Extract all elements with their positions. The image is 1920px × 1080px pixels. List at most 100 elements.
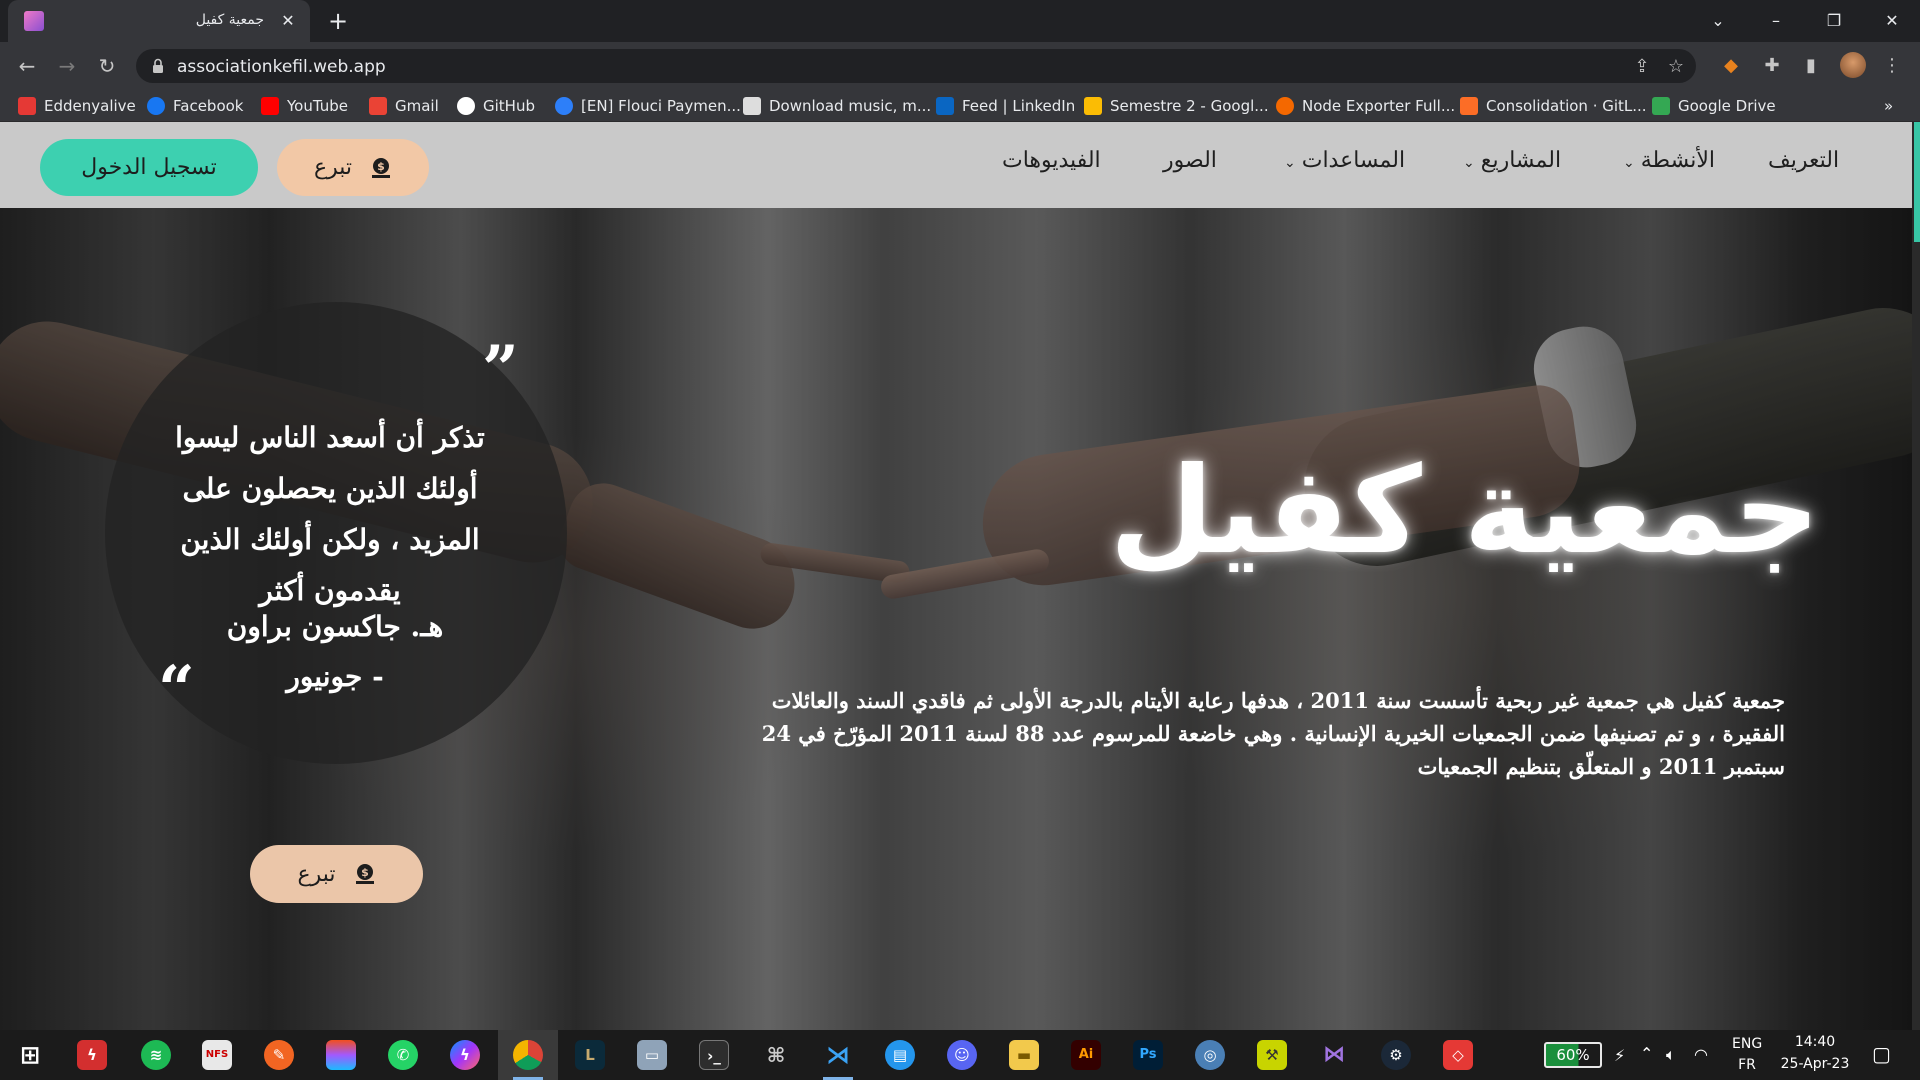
discord-icon[interactable]: ☺ (947, 1040, 977, 1070)
nav-projects[interactable]: المشاريع⌄ (1463, 148, 1561, 173)
download-site-icon (743, 97, 761, 115)
docker-icon[interactable]: ▤ (885, 1040, 915, 1070)
nav-about[interactable]: التعريف (1768, 148, 1839, 173)
share-icon[interactable]: ⇪ (1630, 55, 1654, 79)
bookmark-gitlab[interactable]: Consolidation · GitL... (1460, 94, 1647, 118)
quote-author: هـ. جاكسون براون - جونيور (226, 610, 444, 693)
volume-icon[interactable]: 🔈︎ (1666, 1045, 1676, 1065)
page-scrollbar[interactable] (1912, 122, 1920, 1030)
tray-chevron-up-icon[interactable]: ⌃ (1640, 1044, 1653, 1063)
minimize-icon[interactable]: – (1756, 6, 1796, 36)
donate-button[interactable]: $ تبرع (277, 139, 429, 196)
bookmark-youtube[interactable]: YouTube (261, 94, 348, 118)
battery-indicator[interactable]: 60% (1544, 1042, 1602, 1068)
browser-tab[interactable]: جمعية كفيل ✕ (8, 0, 310, 42)
nav-photos[interactable]: الصور (1163, 148, 1217, 173)
browser-menu-icon[interactable]: ⋮ (1880, 54, 1904, 78)
chevron-down-icon: ⌄ (1463, 155, 1475, 171)
terminal-icon[interactable]: ›_ (699, 1040, 729, 1070)
facebook-icon (147, 97, 165, 115)
chevron-down-icon: ⌄ (1284, 155, 1296, 171)
nfs-game-icon[interactable]: NFS (202, 1040, 232, 1070)
url-text: associationkefil.web.app (177, 57, 386, 77)
flash-app-icon[interactable]: ϟ (77, 1040, 107, 1070)
nav-aid[interactable]: المساعدات⌄ (1284, 148, 1405, 173)
gmail-icon (369, 97, 387, 115)
donate-coin-icon: $ (372, 157, 391, 178)
wifi-icon[interactable]: ◠ (1694, 1045, 1708, 1064)
gamepad-icon[interactable]: ⌘ (761, 1040, 791, 1070)
notifications-icon[interactable]: ▢ (1872, 1042, 1891, 1066)
scrollbar-thumb[interactable] (1914, 122, 1920, 242)
file-explorer-icon[interactable]: ▬ (1009, 1040, 1039, 1070)
visual-studio-icon[interactable]: ⋈ (1319, 1040, 1349, 1070)
quote-open-mark: ” (482, 332, 519, 407)
github-icon (457, 97, 475, 115)
flouci-icon (555, 97, 573, 115)
new-tab-icon[interactable]: + (324, 7, 352, 35)
tab-strip: جمعية كفيل ✕ + ⌄ – ❐ ✕ (0, 0, 1920, 42)
photoshop-icon[interactable]: Ps (1133, 1040, 1163, 1070)
back-icon[interactable]: ← (13, 52, 41, 80)
vscode-icon[interactable]: ⋊ (823, 1040, 853, 1070)
close-tab-icon[interactable]: ✕ (276, 9, 300, 33)
steam-icon[interactable]: ⚙ (1381, 1040, 1411, 1070)
bookmark-linkedin[interactable]: Feed | LinkedIn (936, 94, 1075, 118)
hero-title: جمعية كفيل (1109, 442, 1820, 581)
reload-icon[interactable]: ↻ (93, 52, 121, 80)
postman-icon[interactable]: ✎ (264, 1040, 294, 1070)
more-bookmarks-icon[interactable]: » (1884, 94, 1893, 118)
side-panel-icon[interactable]: ▮ (1799, 54, 1823, 78)
anydesk-icon[interactable]: ◇ (1443, 1040, 1473, 1070)
clock-date[interactable]: 25-Apr-23 (1770, 1056, 1860, 1072)
login-button[interactable]: تسجيل الدخول (40, 139, 258, 196)
clock-time[interactable]: 14:40 (1770, 1034, 1860, 1050)
language-code[interactable]: ENG (1732, 1036, 1762, 1052)
bookmark-eddenyalive[interactable]: Eddenyalive (18, 94, 136, 118)
bookmark-flouci[interactable]: [EN] Flouci Paymen... (555, 94, 741, 118)
file-manager-icon[interactable]: ▭ (637, 1040, 667, 1070)
power-plug-icon: ⚡ (1614, 1046, 1626, 1065)
svg-text:$: $ (377, 160, 385, 173)
forward-icon[interactable]: → (53, 52, 81, 80)
metamask-extension-icon[interactable]: ◆ (1719, 54, 1743, 78)
network-globe-icon[interactable]: ◎ (1195, 1040, 1225, 1070)
spotify-icon[interactable]: ≋ (141, 1040, 171, 1070)
quote-text: تذكر أن أسعد الناس ليسوا أولئك الذين يحص… (175, 421, 485, 607)
nav-activities[interactable]: الأنشطة⌄ (1623, 148, 1715, 173)
figma-icon[interactable] (326, 1040, 356, 1070)
bookmark-star-icon[interactable]: ☆ (1664, 55, 1688, 79)
illustrator-icon[interactable]: Ai (1071, 1040, 1101, 1070)
browser-toolbar: ← → ↻ associationkefil.web.app ⇪ ☆ ◆ ✚ ▮… (0, 42, 1920, 90)
windows-start-icon[interactable]: ⊞ (15, 1040, 45, 1070)
nav-videos[interactable]: الفيديوهات (1002, 148, 1101, 173)
profile-avatar[interactable] (1840, 52, 1866, 78)
whatsapp-icon[interactable]: ✆ (388, 1040, 418, 1070)
bookmark-facebook[interactable]: Facebook (147, 94, 243, 118)
bookmark-semestre[interactable]: Semestre 2 - Googl... (1084, 94, 1269, 118)
bookmark-node-exporter[interactable]: Node Exporter Full... (1276, 94, 1455, 118)
address-bar[interactable]: associationkefil.web.app ⇪ ☆ (136, 49, 1696, 83)
hero-description: جمعية كفيل هي جمعية غير ربحية تأسست سنة … (761, 688, 1785, 779)
bookmarks-bar: Eddenyalive Facebook YouTube Gmail GitHu… (0, 90, 1920, 122)
tab-search-icon[interactable]: ⌄ (1698, 6, 1738, 36)
league-of-legends-icon[interactable]: L (575, 1040, 605, 1070)
restore-icon[interactable]: ❐ (1814, 6, 1854, 36)
quote-close-mark: “ (158, 652, 195, 727)
window-close-icon[interactable]: ✕ (1872, 6, 1912, 36)
region-code[interactable]: FR (1732, 1057, 1762, 1073)
bookmark-github[interactable]: GitHub (457, 94, 535, 118)
bookmark-google-drive[interactable]: Google Drive (1652, 94, 1776, 118)
messenger-icon[interactable]: ϟ (450, 1040, 480, 1070)
tab-title: جمعية كفيل (195, 12, 264, 28)
chrome-icon[interactable] (513, 1040, 543, 1070)
extensions-puzzle-icon[interactable]: ✚ (1760, 54, 1784, 78)
hero-donate-button[interactable]: $ تبرع (250, 845, 423, 903)
website-page: التعريف الأنشطة⌄ المشاريع⌄ المساعدات⌄ ال… (0, 122, 1920, 1030)
pycharm-icon[interactable]: ⚒ (1257, 1040, 1287, 1070)
bookmark-download-music[interactable]: Download music, m... (743, 94, 931, 118)
hero-background-image (879, 547, 1051, 601)
svg-text:$: $ (361, 866, 369, 879)
bookmark-gmail[interactable]: Gmail (369, 94, 439, 118)
apps-grid-icon (18, 97, 36, 115)
